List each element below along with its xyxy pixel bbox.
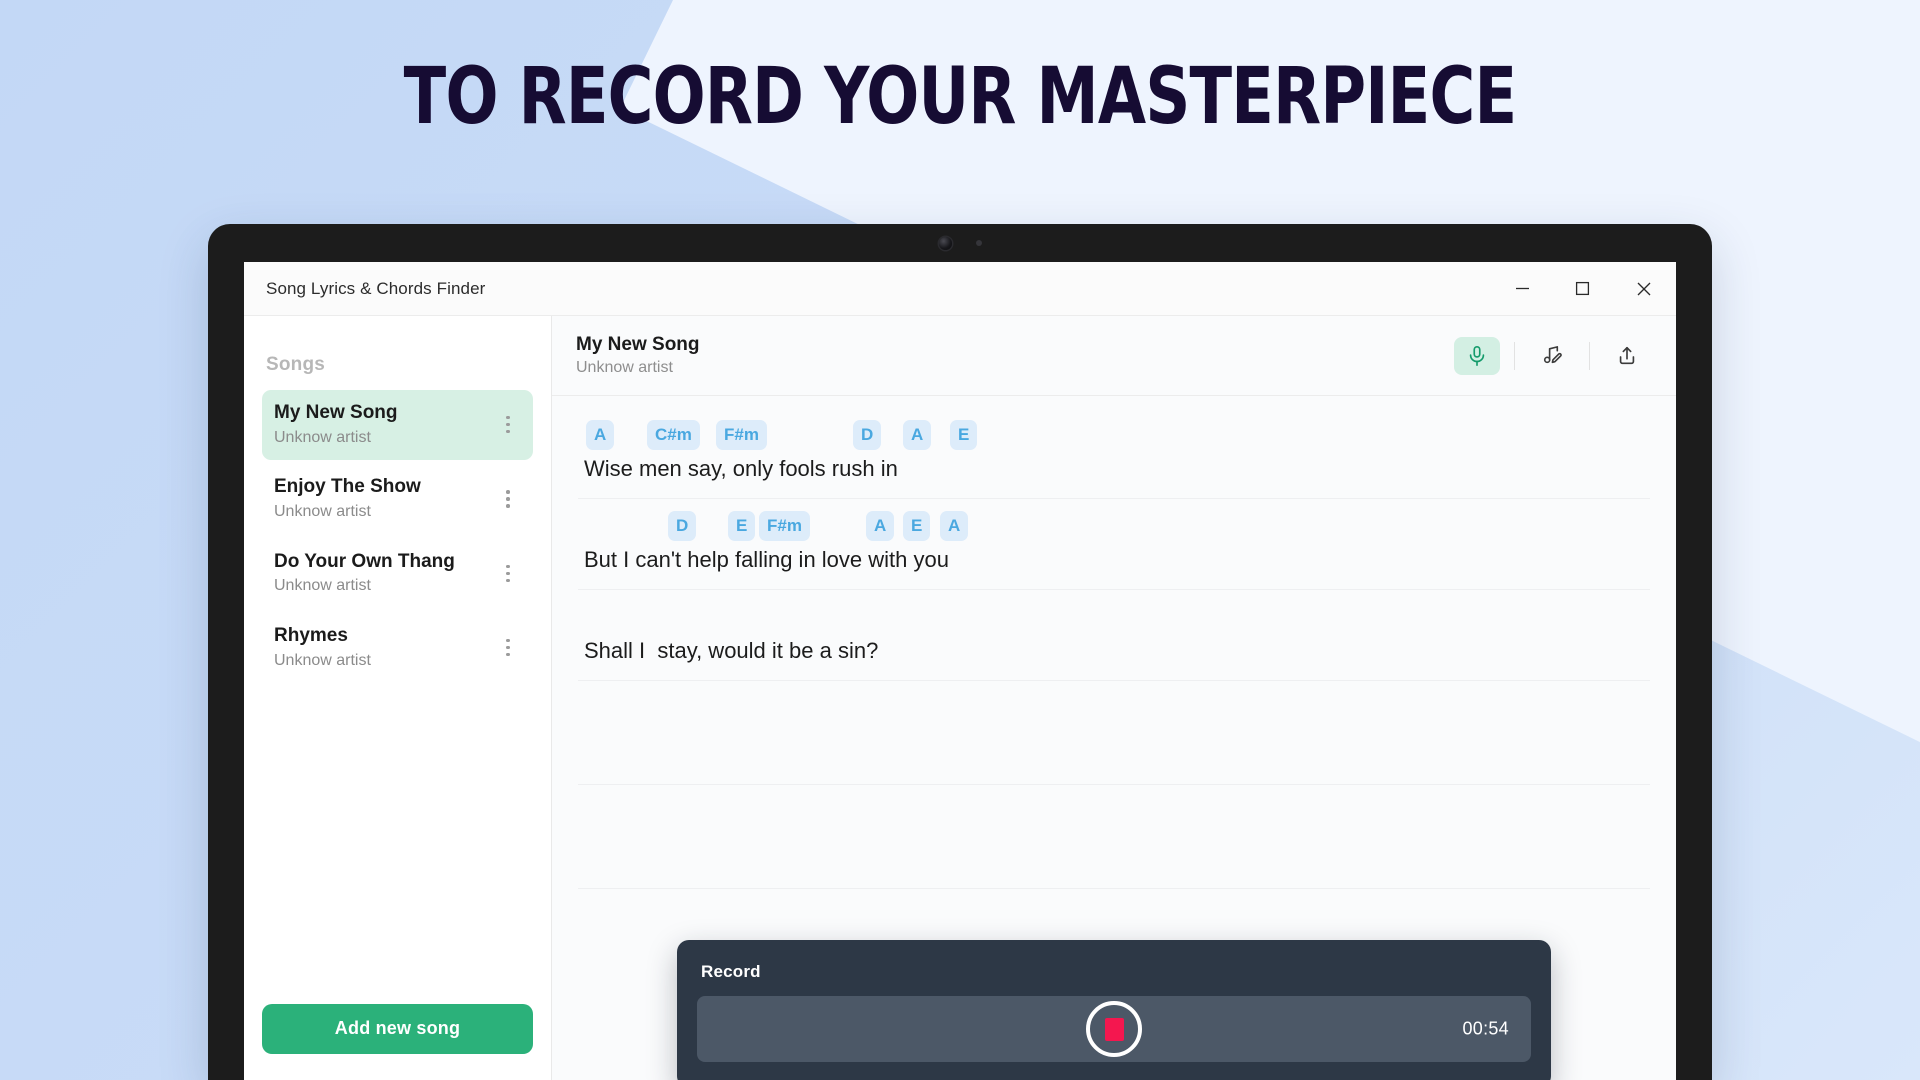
main-header-text: My New Song Unknow artist — [576, 334, 1454, 378]
chord-chip[interactable]: C#m — [647, 420, 700, 450]
toolbar-divider — [1514, 341, 1515, 370]
laptop-frame: Song Lyrics & Chords Finder Songs My New… — [208, 224, 1712, 1080]
chord-chip[interactable]: A — [903, 420, 932, 450]
record-panel: Record 00:54 — [677, 940, 1551, 1080]
current-song-title: My New Song — [576, 333, 700, 355]
chord-row — [578, 602, 1650, 636]
main-header: My New Song Unknow artist — [552, 316, 1676, 396]
song-item-title: Rhymes — [274, 625, 348, 647]
song-item-meta: My New Song Unknow artist — [274, 401, 497, 448]
application-window: Song Lyrics & Chords Finder Songs My New… — [244, 262, 1676, 1080]
song-item-menu-icon[interactable] — [497, 412, 519, 438]
song-item-artist: Unknow artist — [274, 428, 371, 446]
microphone-icon[interactable] — [1454, 336, 1500, 375]
chord-chip[interactable]: A — [586, 420, 615, 450]
chord-chip[interactable]: E — [728, 511, 756, 541]
toolbar-divider — [1589, 341, 1590, 370]
song-list-item[interactable]: My New Song Unknow artist — [262, 390, 533, 461]
page-background: TO RECORD YOUR MASTERPIECE Song Lyrics &… — [0, 0, 1920, 1080]
minimize-button[interactable] — [1492, 262, 1552, 315]
chord-chip[interactable]: F#m — [759, 511, 810, 541]
chord-row: D E F#m A E A — [578, 511, 1650, 545]
close-button[interactable] — [1612, 262, 1676, 315]
chord-chip[interactable]: F#m — [716, 420, 767, 450]
song-list-item[interactable]: Do Your Own Thang Unknow artist — [262, 539, 533, 609]
lyric-line: Wise men say, only fools rush in — [584, 456, 898, 481]
laptop-bezel — [208, 224, 1712, 262]
song-list-item[interactable]: Rhymes Unknow artist — [262, 613, 533, 683]
chord-chip[interactable]: E — [903, 511, 931, 541]
song-item-meta: Rhymes Unknow artist — [274, 624, 497, 671]
window-body: Songs My New Song Unknow artist Enjoy The … — [244, 316, 1676, 1080]
main-toolbar — [1454, 336, 1650, 375]
record-timer: 00:54 — [1462, 1018, 1509, 1039]
song-item-menu-icon[interactable] — [497, 560, 519, 586]
chord-chip[interactable]: D — [668, 511, 697, 541]
add-new-song-button[interactable]: Add new song — [262, 1004, 533, 1054]
lyric-line: Shall I stay, would it be a sin? — [584, 638, 879, 663]
song-item-menu-icon[interactable] — [497, 635, 519, 661]
song-item-meta: Do Your Own Thang Unknow artist — [274, 550, 497, 597]
song-item-title: Do Your Own Thang — [274, 550, 455, 572]
song-item-artist: Unknow artist — [274, 651, 371, 669]
share-upload-icon[interactable] — [1604, 337, 1650, 375]
stop-recording-button[interactable] — [1086, 1001, 1142, 1057]
song-list-item[interactable]: Enjoy The Show Unknow artist — [262, 464, 533, 534]
lyric-line: But I can't help falling in love with yo… — [584, 547, 949, 572]
window-title: Song Lyrics & Chords Finder — [266, 278, 486, 298]
empty-lyric-block[interactable] — [578, 785, 1650, 889]
lyric-block[interactable]: D E F#m A E A But I can't help falling in love… — [578, 511, 1650, 590]
song-list: My New Song Unknow artist Enjoy The Show Un… — [262, 390, 533, 683]
current-song-artist: Unknow artist — [576, 359, 673, 377]
song-item-menu-icon[interactable] — [497, 486, 519, 512]
record-panel-label: Record — [701, 962, 761, 981]
chord-row: A C#m F#m D A E — [578, 420, 1650, 454]
music-note-edit-icon[interactable] — [1529, 337, 1575, 375]
maximize-button[interactable] — [1552, 262, 1612, 315]
sidebar-section-label: Songs — [266, 354, 326, 375]
record-progress-bar[interactable]: 00:54 — [697, 996, 1531, 1062]
chord-chip[interactable]: D — [853, 420, 882, 450]
window-controls — [1492, 262, 1676, 315]
lyric-block[interactable]: A C#m F#m D A E Wise men say, only fools rush … — [578, 420, 1650, 499]
song-item-artist: Unknow artist — [274, 503, 371, 521]
song-item-artist: Unknow artist — [274, 577, 371, 595]
promo-headline: TO RECORD YOUR MASTERPIECE — [403, 52, 1517, 142]
webcam-icon — [938, 236, 952, 250]
window-titlebar: Song Lyrics & Chords Finder — [244, 262, 1676, 316]
song-item-title: Enjoy The Show — [274, 476, 421, 498]
chord-chip[interactable]: E — [950, 420, 978, 450]
song-item-title: My New Song — [274, 402, 398, 423]
add-song-container: Add new song — [262, 1004, 533, 1080]
chord-chip[interactable]: A — [866, 511, 895, 541]
stop-square-icon — [1104, 1017, 1124, 1041]
camera-indicator-icon — [975, 240, 982, 246]
main-panel: My New Song Unknow artist A C#m F#m D A … — [552, 316, 1676, 1080]
empty-lyric-block[interactable] — [578, 681, 1650, 785]
sidebar: Songs My New Song Unknow artist Enjoy The … — [244, 316, 552, 1080]
chord-chip[interactable]: A — [940, 511, 969, 541]
song-item-meta: Enjoy The Show Unknow artist — [274, 475, 497, 522]
lyric-block[interactable]: Shall I stay, would it be a sin? — [578, 602, 1650, 681]
